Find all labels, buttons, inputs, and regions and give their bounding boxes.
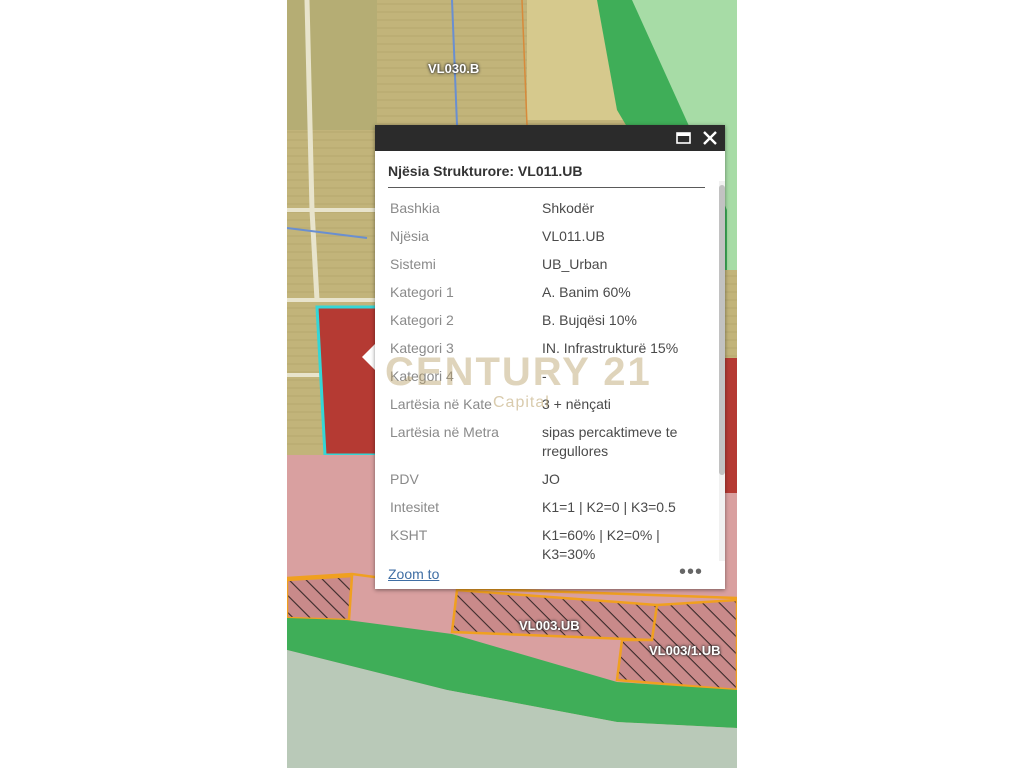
attribute-key: Kategori 4 (390, 368, 454, 384)
attribute-table: Bashkia Shkodër Njësia VL011.UB Sistemi UB_… (388, 194, 708, 561)
attribute-value: B. Bujqësi 10% (542, 312, 637, 328)
attribute-key: PDV (390, 471, 419, 487)
attribute-key: Lartësia në Kate (390, 396, 492, 412)
zone-label-VL003UB: VL003.UB (519, 618, 580, 633)
zoom-to-link[interactable]: Zoom to (388, 566, 439, 582)
popup-footer: Zoom to ••• (375, 561, 725, 589)
attribute-row: Kategori 2 B. Bujqësi 10% (388, 306, 708, 334)
maximize-icon[interactable] (675, 129, 693, 147)
attribute-row: Lartësia në Metra sipas percaktimeve te r… (388, 418, 708, 465)
attribute-value: 3 + nënçati (542, 396, 611, 412)
attribute-value: IN. Infrastrukturë 15% (542, 340, 679, 356)
attribute-value: VL011.UB (542, 228, 605, 244)
attribute-row: Kategori 1 A. Banim 60% (388, 278, 708, 306)
attribute-value: UB_Urban (542, 256, 608, 272)
attribute-value: Shkodër (542, 200, 595, 216)
attribute-value: A. Banim 60% (542, 284, 631, 300)
popup-body[interactable]: Njësia Strukturore: VL011.UB Bashkia Shko… (375, 151, 719, 561)
attribute-row: Sistemi UB_Urban (388, 250, 708, 278)
attribute-key: Njësia (390, 228, 429, 244)
field-parcel (287, 0, 377, 130)
attribute-value: sipas percaktimeve te rregullores (542, 424, 678, 459)
popup-titlebar (375, 125, 725, 151)
popup-scrollbar[interactable] (719, 181, 725, 561)
feature-popup: Njësia Strukturore: VL011.UB Bashkia Shko… (375, 125, 725, 589)
attribute-row: Lartësia në Kate 3 + nënçati (388, 390, 708, 418)
attribute-row: PDV JO (388, 465, 708, 493)
zone-label-VL030B: VL030.B (428, 61, 480, 76)
attribute-value: - (542, 368, 547, 384)
attribute-row: Bashkia Shkodër (388, 194, 708, 222)
attribute-value: K1=60% | K2=0% | K3=30% (542, 527, 660, 561)
urban-zone-east (725, 493, 737, 593)
zone-label-VL003-1UB: VL003/1.UB (649, 643, 721, 658)
attribute-row: Kategori 4 - (388, 362, 708, 390)
attribute-key: Kategori 1 (390, 284, 454, 300)
selected-parcel-VL011[interactable] (317, 307, 382, 455)
attribute-key: Kategori 3 (390, 340, 454, 356)
attribute-key: Bashkia (390, 200, 440, 216)
attribute-key: Lartësia në Metra (390, 424, 499, 440)
red-parcel-east (725, 358, 737, 493)
popup-pointer (362, 343, 376, 371)
attribute-value: K1=1 | K2=0 | K3=0.5 (542, 499, 676, 515)
attribute-row: Kategori 3 IN. Infrastrukturë 15% (388, 334, 708, 362)
attribute-key: KSHT (390, 527, 428, 543)
more-options-icon[interactable]: ••• (679, 561, 703, 584)
scrollbar-thumb[interactable] (719, 185, 725, 475)
attribute-row: Intesitet K1=1 | K2=0 | K3=0.5 (388, 493, 708, 521)
urban-zone (287, 455, 387, 590)
close-icon[interactable] (701, 129, 719, 147)
attribute-key: Sistemi (390, 256, 436, 272)
attribute-key: Kategori 2 (390, 312, 454, 328)
attribute-value: JO (542, 471, 560, 487)
attribute-key: Intesitet (390, 499, 440, 515)
hatched-zone-west-outline (287, 574, 354, 622)
attribute-row: KSHT K1=60% | K2=0% | K3=30% (388, 521, 708, 561)
attribute-row: Njësia VL011.UB (388, 222, 708, 250)
popup-title: Njësia Strukturore: VL011.UB (388, 163, 705, 188)
